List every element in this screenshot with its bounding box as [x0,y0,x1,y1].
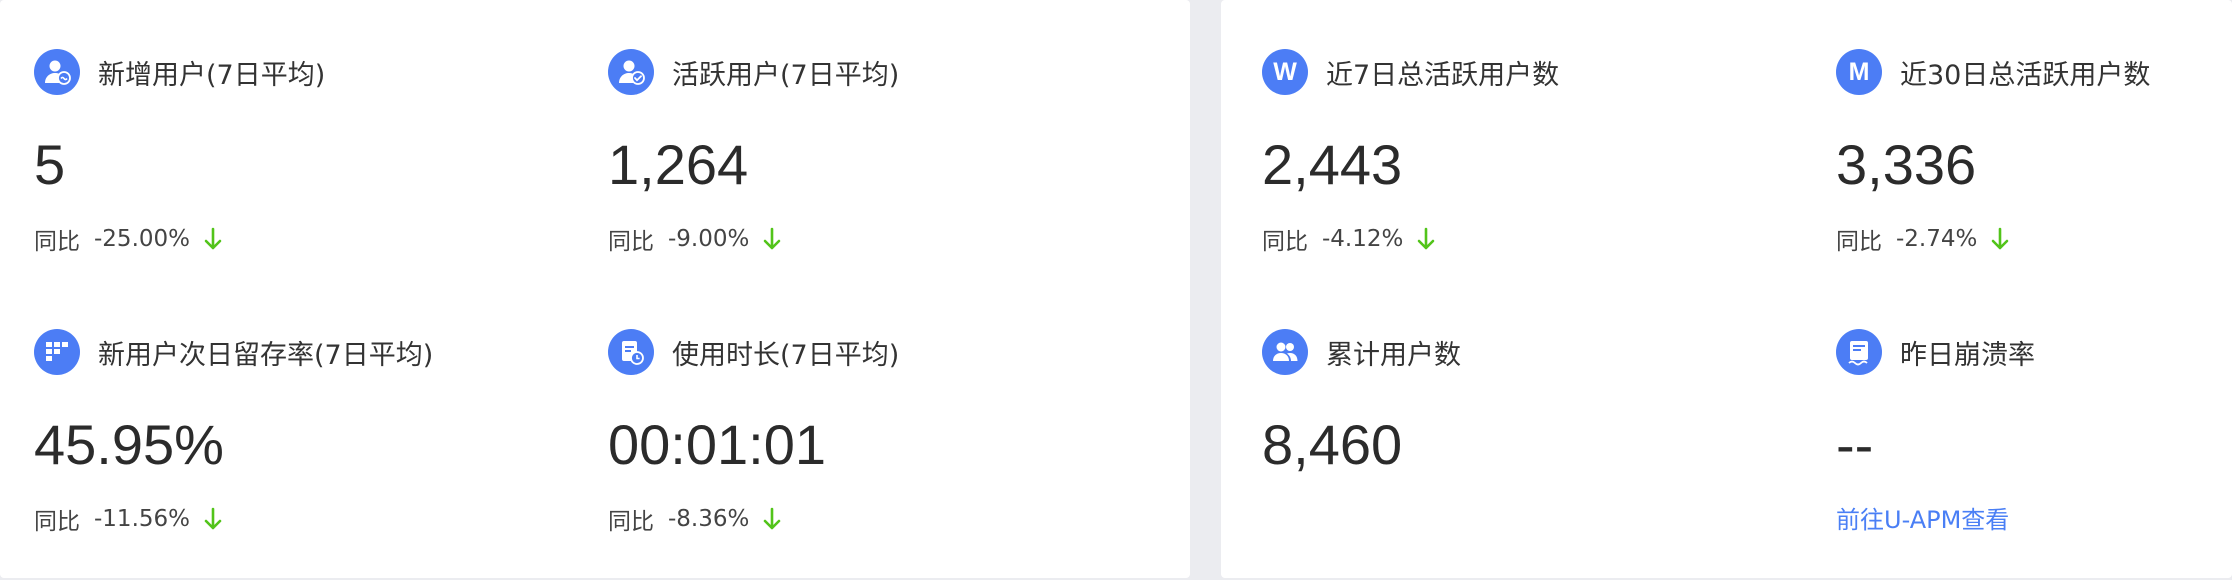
metric-value: 3,336 [1836,133,1977,196]
metric-value: 00:01:01 [608,413,826,476]
card-title: 新增用户(7日平均) [98,59,326,91]
card-title: 新用户次日留存率(7日平均) [98,339,434,371]
card-header: 使用时长(7日平均) [608,329,899,375]
comparison: 同比 -8.36% [608,502,781,536]
metric-card-active-users: 活跃用户(7日平均) 1,264 同比 -9.00% [608,0,1168,260]
metric-card-weekly-active: W 近7日总活跃用户数 2,443 同比 -4.12% [1262,0,1822,260]
comparison-label: 同比 [34,229,80,255]
comparison-label: 同比 [1836,229,1882,255]
comparison: 同比 -25.00% [34,222,222,256]
comparison-value: -8.36% [668,506,750,532]
metric-card-total-users: 累计用户数 8,460 [1262,280,1822,540]
card-header: 昨日崩溃率 [1836,329,2035,375]
card-title: 近7日总活跃用户数 [1326,59,1560,91]
arrow-down-icon [204,227,222,250]
metric-card-new-users: 新增用户(7日平均) 5 同比 -25.00% [34,0,594,260]
metric-card-duration: 使用时长(7日平均) 00:01:01 同比 -8.36% [608,280,1168,540]
users-group-icon [1262,329,1308,375]
comparison-value: -2.74% [1896,226,1978,252]
comparison-label: 同比 [608,229,654,255]
arrow-down-icon [204,507,222,530]
card-title: 累计用户数 [1326,339,1461,371]
active-metrics-panel: W 近7日总活跃用户数 2,443 同比 -4.12% M 近30日总活跃用户数… [1221,0,2232,578]
retention-grid-icon [34,329,80,375]
comparison: 同比 -9.00% [608,222,781,256]
weekly-letter-icon: W [1262,49,1308,95]
arrow-down-icon [764,227,781,250]
metric-value: 45.95% [34,413,224,476]
card-header: 活跃用户(7日平均) [608,49,899,95]
crash-report-icon [1836,329,1882,375]
card-title: 近30日总活跃用户数 [1900,59,2151,91]
comparison-value: -25.00% [94,226,190,252]
metric-value: 5 [34,133,66,196]
new-user-icon [34,49,80,95]
card-header: 累计用户数 [1262,329,1461,375]
card-title: 使用时长(7日平均) [672,339,900,371]
metric-value: 1,264 [608,133,749,196]
arrow-down-icon [764,507,781,530]
metric-card-monthly-active: M 近30日总活跃用户数 3,336 同比 -2.74% [1836,0,2216,260]
comparison: 同比 -11.56% [34,502,222,536]
comparison: 同比 -4.12% [1262,222,1435,256]
comparison-label: 同比 [34,509,80,535]
card-title: 昨日崩溃率 [1900,339,2035,371]
comparison: 同比 -2.74% [1836,222,2009,256]
comparison-value: -11.56% [94,506,190,532]
metric-value: -- [1836,413,1874,476]
card-header: W 近7日总活跃用户数 [1262,49,1559,95]
arrow-down-icon [1418,227,1435,250]
metric-value: 8,460 [1262,413,1403,476]
active-user-icon [608,49,654,95]
comparison-value: -4.12% [1322,226,1404,252]
card-header: M 近30日总活跃用户数 [1836,49,2150,95]
card-header: 新增用户(7日平均) [34,49,325,95]
comparison-label: 同比 [1262,229,1308,255]
card-title: 活跃用户(7日平均) [672,59,900,91]
usage-time-icon [608,329,654,375]
card-header: 新用户次日留存率(7日平均) [34,329,433,375]
user-metrics-panel: 新增用户(7日平均) 5 同比 -25.00% 活跃用户(7日平均) 1,264 [0,0,1190,578]
u-apm-link[interactable]: 前往U-APM查看 [1836,500,2009,535]
metric-card-retention: 新用户次日留存率(7日平均) 45.95% 同比 -11.56% [34,280,594,540]
metric-value: 2,443 [1262,133,1403,196]
comparison-label: 同比 [608,509,654,535]
monthly-letter-icon: M [1836,49,1882,95]
arrow-down-icon [1992,227,2009,250]
comparison-value: -9.00% [668,226,750,252]
